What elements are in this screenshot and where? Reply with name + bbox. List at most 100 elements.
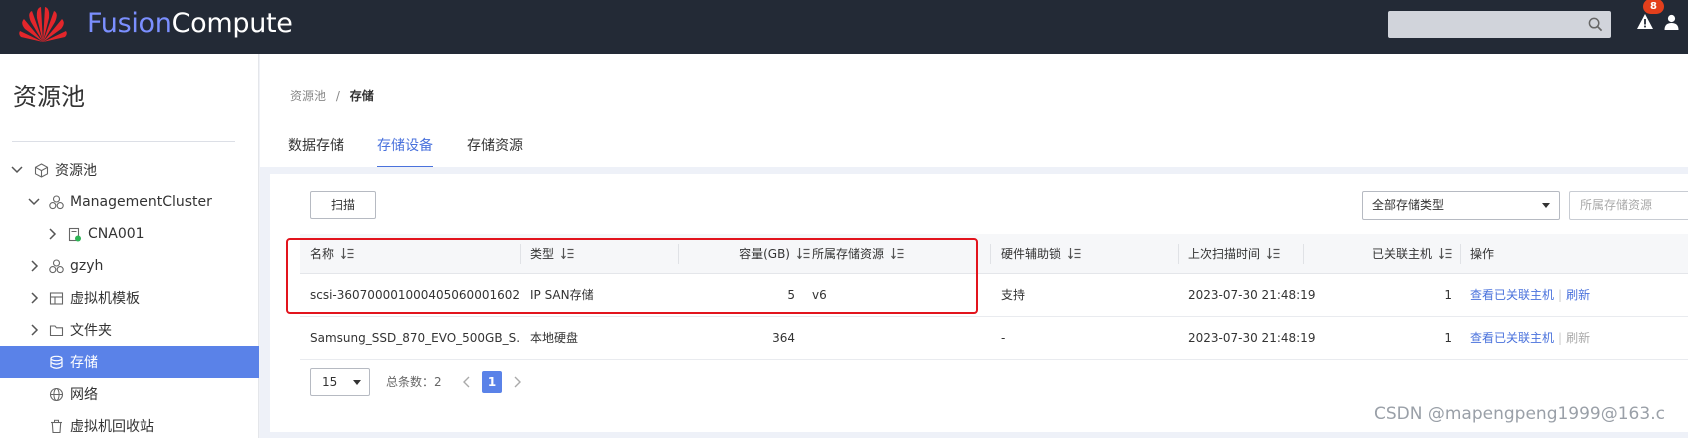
main-content: 资源池 / 存储 数据存储 存储设备 存储资源 扫描 全部存储类型 所属存储资源… [260, 54, 1688, 438]
global-search-input[interactable] [1388, 11, 1578, 38]
cube-icon [34, 162, 49, 178]
sort-icon[interactable] [1068, 248, 1081, 259]
chevron-right-icon[interactable] [45, 227, 59, 241]
storage-type-select-value: 全部存储类型 [1372, 198, 1445, 212]
col-header-type[interactable]: 类型 [530, 234, 574, 274]
tree-item-label: ManagementCluster [70, 194, 212, 210]
search-icon[interactable] [1588, 17, 1603, 32]
col-header-storage-resource[interactable]: 所属存储资源 [812, 234, 904, 274]
tree-item-label: 存储 [70, 355, 98, 371]
cell-last-scan: 2023-07-30 21:48:19 [1188, 288, 1316, 302]
column-separator [520, 244, 521, 264]
chevron-right-icon[interactable] [512, 376, 522, 388]
cluster-icon [49, 258, 64, 273]
tree-item-label: CNA001 [88, 226, 145, 242]
col-header-label: 所属存储资源 [812, 247, 885, 261]
breadcrumb-separator: / [335, 89, 340, 103]
tree-item-storage[interactable]: 存储 [0, 346, 259, 378]
globe-icon [49, 387, 64, 401]
col-header-hw-lock[interactable]: 硬件辅助锁 [1001, 234, 1081, 274]
view-hosts-link[interactable]: 查看已关联主机 [1470, 288, 1554, 302]
tree-item-managementcluster[interactable]: ManagementCluster [0, 186, 259, 218]
col-header-label: 已关联主机 [1371, 247, 1432, 261]
cell-actions: 查看已关联主机 | 刷新 [1470, 274, 1688, 317]
col-header-label: 类型 [530, 247, 555, 261]
tab-storage-device[interactable]: 存储设备 [377, 134, 433, 168]
storage-device-panel: 扫描 全部存储类型 所属存储资源 名称 类型 容量(GB) 所属存储资源 硬件辅… [270, 174, 1688, 432]
chevron-right-icon[interactable] [27, 291, 41, 305]
cell-name: Samsung_SSD_870_EVO_500GB_S... [310, 331, 520, 345]
tab-storage-resource[interactable]: 存储资源 [467, 134, 523, 168]
column-separator [1460, 244, 1461, 264]
chevron-right-icon[interactable] [27, 259, 41, 273]
sort-icon[interactable] [341, 248, 354, 259]
column-separator [1178, 244, 1179, 264]
cell-hw-lock: - [1001, 331, 1006, 345]
csdn-watermark: CSDN @mapengpeng1999@163.c [1374, 404, 1665, 424]
col-header-last-scan[interactable]: 上次扫描时间 [1188, 234, 1280, 274]
column-separator [990, 244, 991, 264]
sort-icon[interactable] [797, 248, 810, 259]
column-separator [678, 244, 679, 264]
storage-type-select[interactable]: 全部存储类型 [1362, 191, 1560, 220]
tree-item-network[interactable]: 网络 [0, 378, 259, 410]
col-header-name[interactable]: 名称 [310, 234, 354, 274]
tree-item-gzyh[interactable]: gzyh [0, 250, 259, 282]
scan-button[interactable]: 扫描 [310, 191, 376, 219]
cell-capacity: 364 [772, 331, 795, 345]
storage-icon [50, 355, 63, 369]
col-header-hosts[interactable]: 已关联主机 [1340, 234, 1452, 274]
tree-item-label: gzyh [70, 258, 104, 274]
sort-icon[interactable] [1267, 248, 1280, 259]
template-icon [49, 291, 64, 305]
chevron-right-icon[interactable] [27, 323, 41, 337]
col-header-label: 硬件辅助锁 [1001, 247, 1062, 261]
caret-down-icon [353, 380, 361, 385]
breadcrumb-resource-pool[interactable]: 资源池 [290, 89, 326, 103]
cell-type: IP SAN存储 [530, 288, 594, 302]
chevron-down-icon[interactable] [27, 195, 41, 209]
huawei-logo-icon[interactable] [18, 4, 68, 44]
refresh-link-disabled[interactable]: 刷新 [1566, 331, 1590, 345]
tree-item-vm-template[interactable]: 虚拟机模板 [0, 282, 259, 314]
storage-resource-filter[interactable]: 所属存储资源 [1569, 191, 1688, 220]
col-header-actions: 操作 [1470, 247, 1495, 261]
tree-item-folder[interactable]: 文件夹 [0, 314, 259, 346]
total-count: 总条数：2 [386, 375, 442, 389]
sort-icon[interactable] [1439, 248, 1452, 259]
col-header-label: 容量(GB) [739, 247, 790, 261]
chevron-down-icon[interactable] [10, 163, 24, 177]
host-icon [68, 227, 81, 241]
alarm-count-badge: 8 [1643, 0, 1664, 14]
col-header-label: 名称 [310, 247, 335, 261]
global-search [1388, 11, 1611, 38]
sidebar-title: 资源池 [13, 83, 85, 111]
view-hosts-link[interactable]: 查看已关联主机 [1470, 331, 1554, 345]
page-number-current[interactable]: 1 [482, 371, 502, 393]
tree-item-label: 虚拟机模板 [70, 291, 140, 307]
user-icon[interactable] [1664, 14, 1679, 30]
breadcrumb-current: 存储 [349, 89, 374, 103]
tree-item-cna001[interactable]: CNA001 [0, 218, 259, 250]
col-header-capacity[interactable]: 容量(GB) [720, 234, 810, 274]
tree-item-resource-pool[interactable]: 资源池 [0, 154, 259, 186]
cell-actions: 查看已关联主机 | 刷新 [1470, 317, 1688, 360]
action-separator: | [1558, 331, 1563, 345]
tree-item-label: 资源池 [55, 163, 97, 179]
column-separator [1303, 244, 1304, 264]
page-size-select[interactable]: 15 [310, 368, 370, 396]
tree-item-label: 虚拟机回收站 [70, 419, 154, 435]
tree-item-vm-recycle-bin[interactable]: 虚拟机回收站 [0, 410, 259, 438]
sort-icon[interactable] [561, 248, 574, 259]
alarm-icon[interactable] [1636, 13, 1654, 30]
table-row[interactable]: Samsung_SSD_870_EVO_500GB_S... 本地硬盘 364 … [300, 317, 1688, 360]
breadcrumb: 资源池 / 存储 [290, 87, 374, 104]
action-separator: | [1558, 288, 1563, 302]
cell-capacity: 5 [787, 288, 795, 302]
brand-part-fusion: Fusion [87, 8, 172, 39]
refresh-link[interactable]: 刷新 [1566, 288, 1590, 302]
tab-datastore[interactable]: 数据存储 [288, 134, 344, 168]
table-row[interactable]: scsi-3607000010004050600016020d... IP SA… [300, 274, 1688, 317]
chevron-left-icon[interactable] [462, 376, 472, 388]
sort-icon[interactable] [891, 248, 904, 259]
